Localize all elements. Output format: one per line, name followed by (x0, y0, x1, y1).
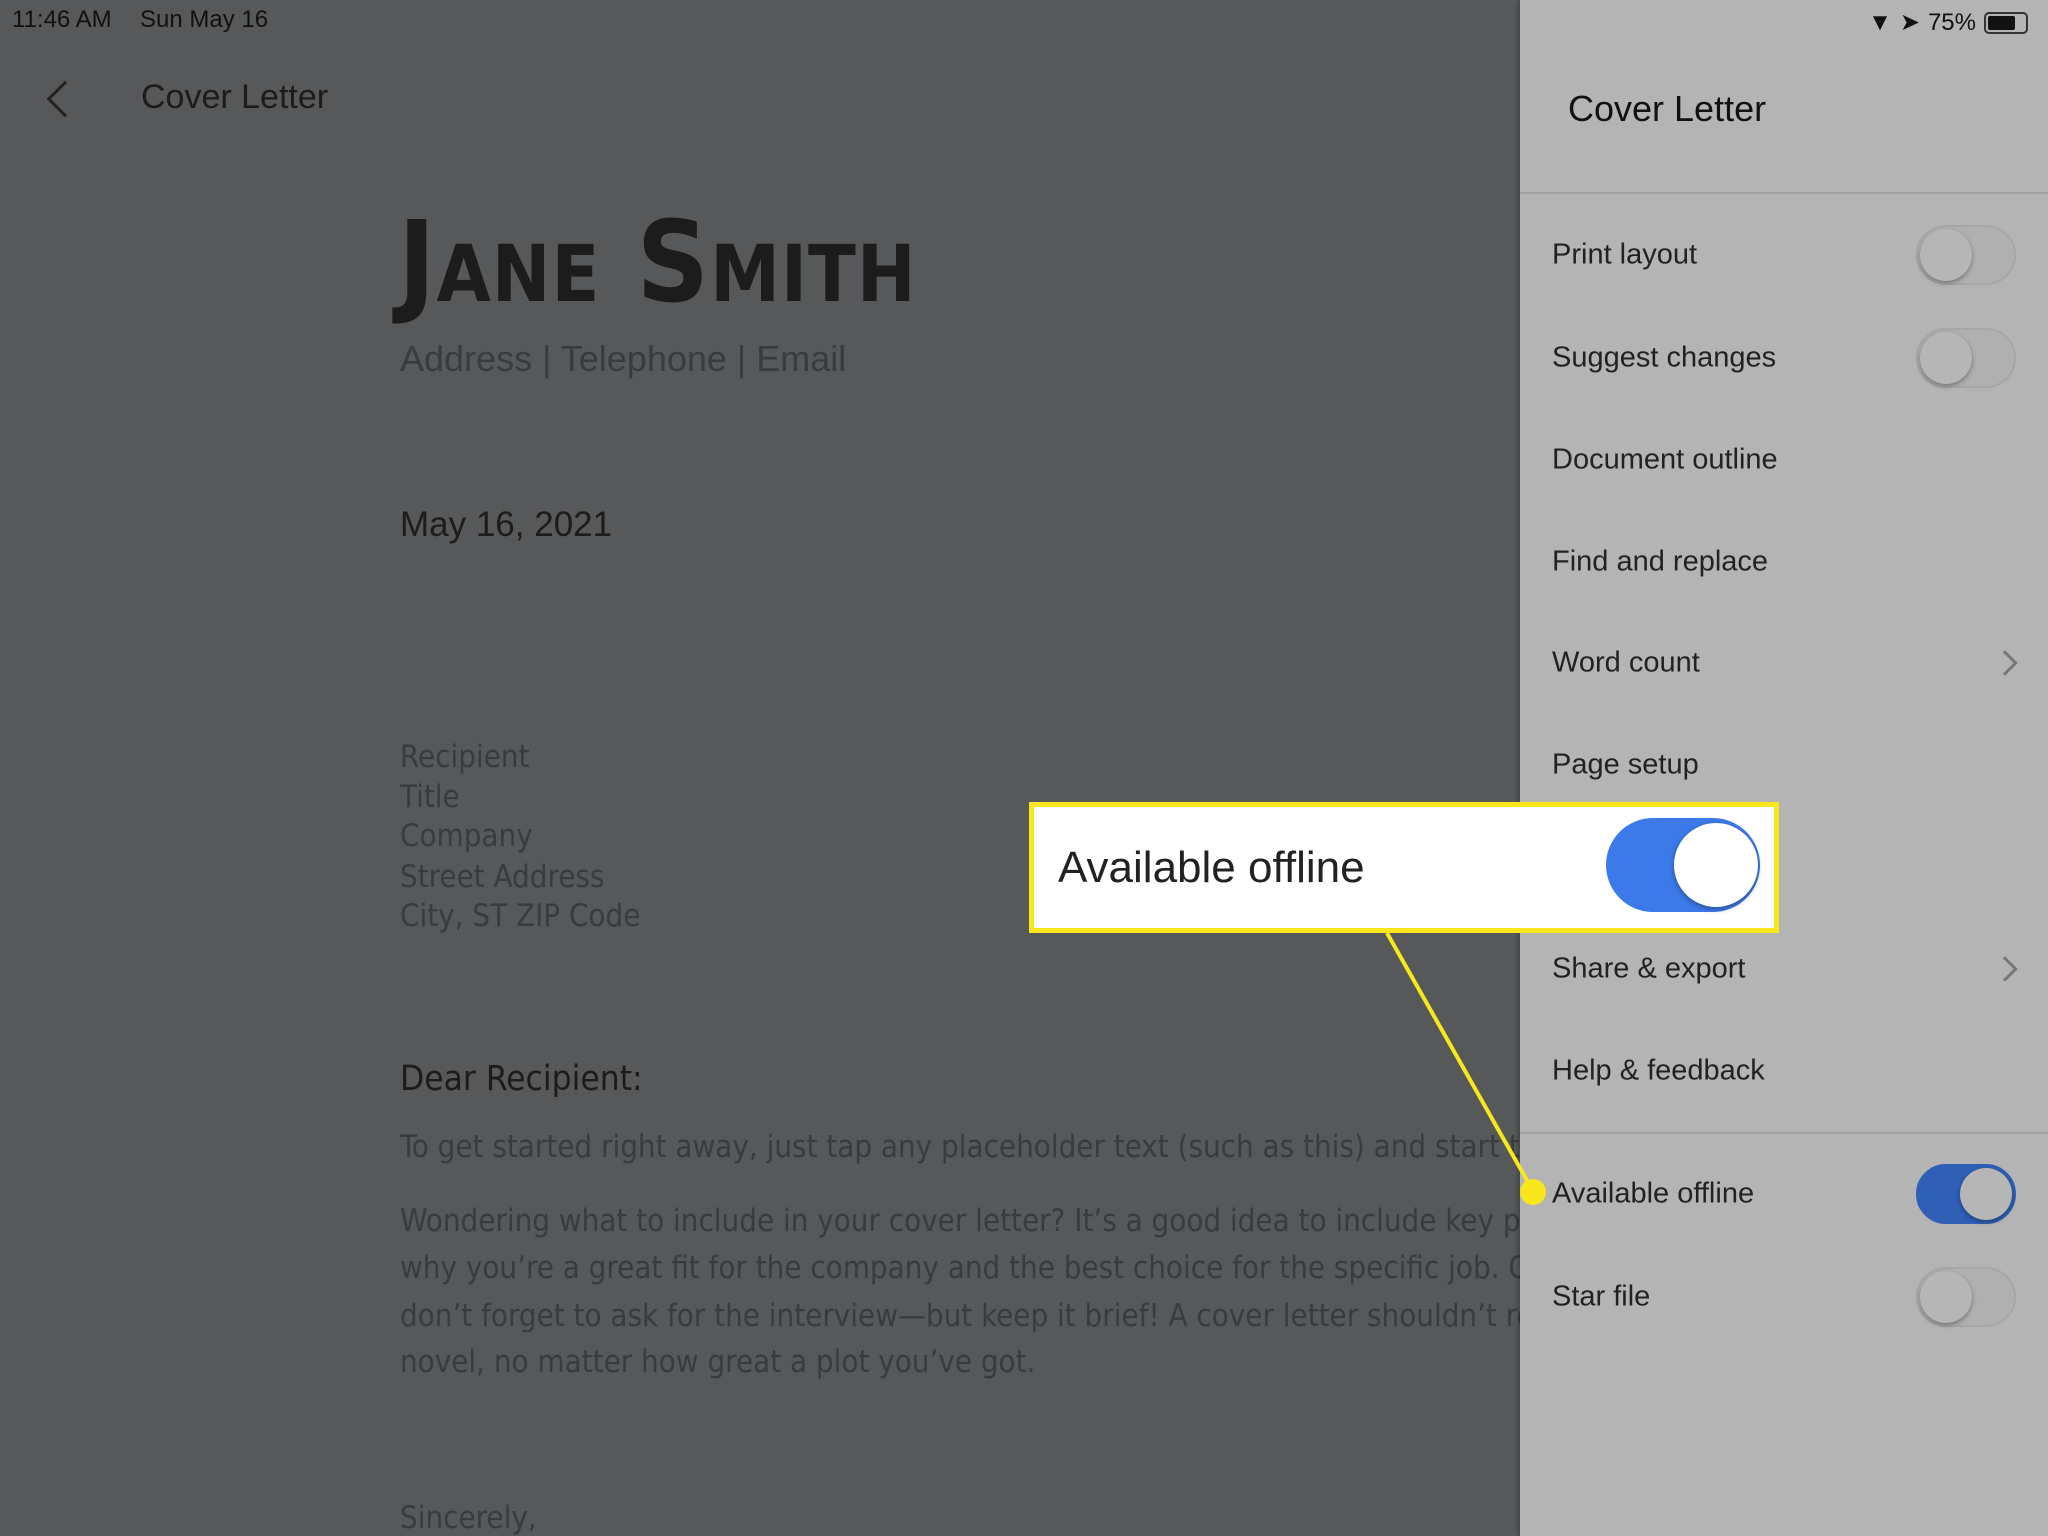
callout-line (1385, 932, 1535, 1192)
callout-label: Available offline (1058, 843, 1365, 892)
toggle-knob (1674, 823, 1758, 907)
callout-dot (1520, 1179, 1546, 1205)
callout-pointer (1385, 932, 1546, 1205)
callout-available-offline: Available offline (1029, 802, 1779, 933)
callout-toggle[interactable] (1606, 818, 1760, 912)
